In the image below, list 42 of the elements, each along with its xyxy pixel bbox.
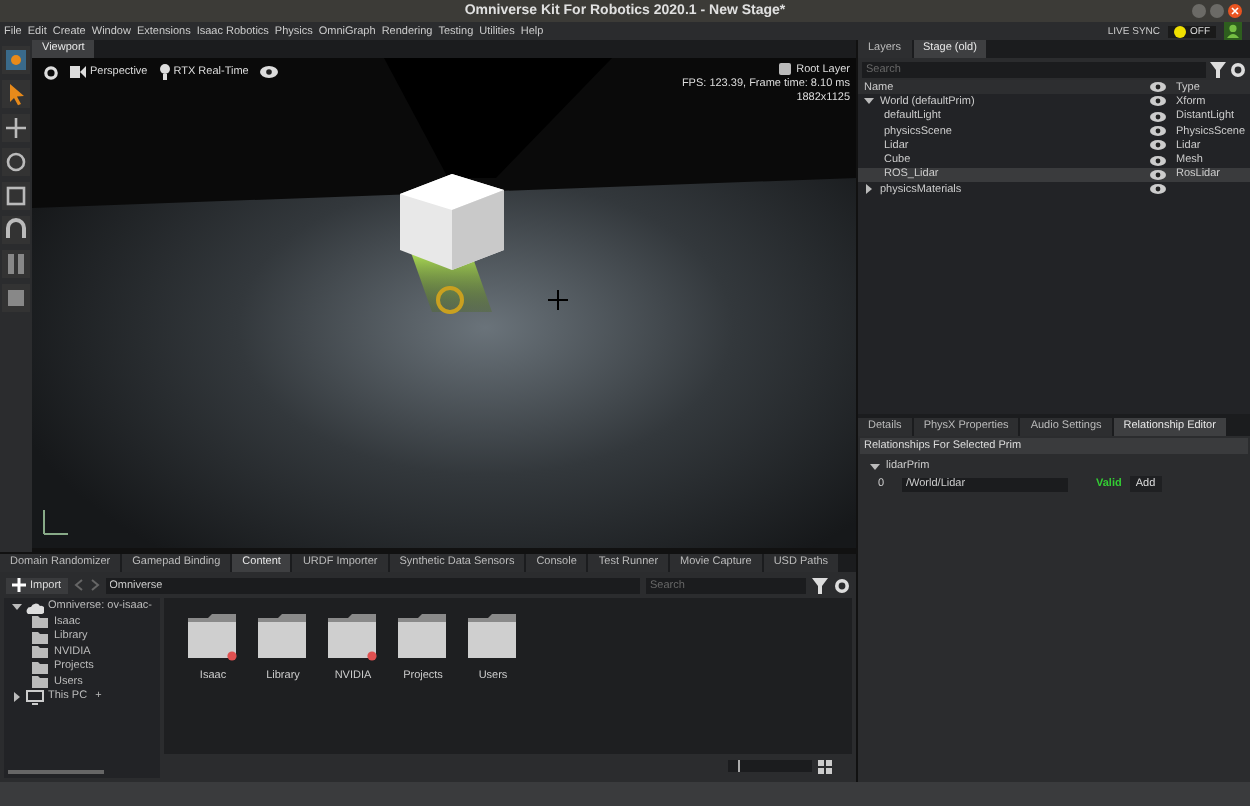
settings-icon: [44, 65, 58, 79]
user-icon: [1224, 22, 1242, 40]
eye-icon: [260, 66, 279, 78]
move-icon: [4, 116, 28, 140]
toolbar-button[interactable]: [2, 216, 30, 244]
plus-icon: [12, 578, 26, 592]
eye-icon: [1150, 184, 1166, 195]
toolbar-button[interactable]: [2, 250, 30, 278]
eye-icon: [1150, 169, 1166, 180]
toolbar-button[interactable]: [2, 114, 30, 142]
magnet-icon: [4, 218, 28, 242]
camera-icon: [70, 66, 86, 78]
minimize-icon: [1192, 4, 1206, 18]
rotate-icon: [4, 150, 28, 174]
filter-icon: [812, 577, 828, 593]
toolbar-button[interactable]: [2, 182, 30, 210]
eye-icon: [1150, 111, 1166, 122]
toolbar-button[interactable]: [2, 148, 30, 176]
stop-icon: [4, 286, 28, 310]
maximize-icon: [1210, 4, 1224, 18]
settings-icon: [834, 577, 850, 593]
cloud-icon: [26, 599, 44, 616]
transform-icon: [4, 48, 28, 72]
scale-icon: [4, 184, 28, 208]
settings-icon: [1230, 62, 1246, 78]
eye-icon: [1150, 96, 1166, 107]
pointer-icon: [4, 82, 28, 106]
eye-icon: [1150, 140, 1166, 151]
close-icon: [1228, 4, 1242, 18]
toolbar-button[interactable]: [2, 46, 30, 74]
zoom-slider-handle[interactable]: [738, 760, 741, 772]
layer-icon: [778, 62, 793, 76]
pause-icon: [4, 252, 28, 276]
forward-icon: [89, 578, 100, 592]
eye-icon: [1150, 126, 1166, 137]
toolbar-button[interactable]: [2, 284, 30, 312]
eye-icon: [1150, 155, 1166, 166]
back-icon: [73, 578, 84, 592]
grid-view-icon: [818, 759, 832, 773]
monitor-icon: [26, 689, 44, 706]
bulb-icon: [159, 64, 170, 80]
toolbar-button[interactable]: [2, 80, 30, 108]
